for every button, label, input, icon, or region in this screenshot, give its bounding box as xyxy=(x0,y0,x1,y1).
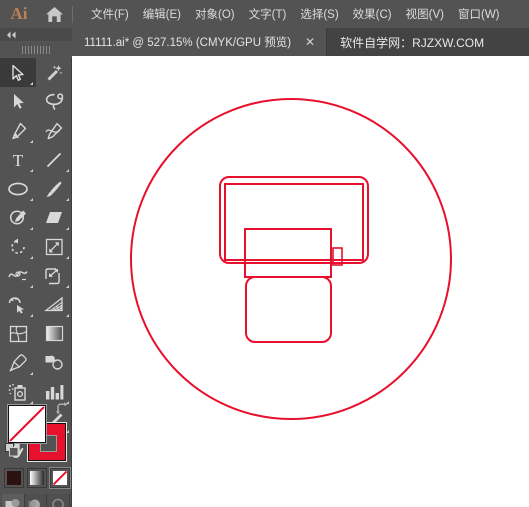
menu-item-effect[interactable]: 效果(C) xyxy=(346,4,399,24)
gradient-tool[interactable] xyxy=(36,319,72,348)
svg-text:T: T xyxy=(13,151,24,169)
blend-tool[interactable] xyxy=(36,348,72,377)
rotate-tool[interactable] xyxy=(0,232,36,261)
menu-item-window[interactable]: 窗口(W) xyxy=(451,4,507,24)
menu-divider xyxy=(72,5,73,23)
width-tool[interactable] xyxy=(0,261,36,290)
menu-item-type[interactable]: 文字(T) xyxy=(242,4,294,24)
flyout-indicator xyxy=(66,227,69,230)
drawing-mode-buttons xyxy=(2,494,71,507)
free-transform-tool[interactable] xyxy=(36,261,72,290)
monitor-rounded-rect xyxy=(219,176,369,264)
swap-fill-stroke-icon[interactable] xyxy=(55,402,69,420)
magic-wand-tool[interactable] xyxy=(36,58,72,87)
flyout-indicator xyxy=(30,256,33,259)
scale-tool[interactable] xyxy=(36,232,72,261)
shape-builder-tool[interactable] xyxy=(0,290,36,319)
flyout-indicator xyxy=(66,169,69,172)
color-mode-swatch xyxy=(7,471,21,485)
flyout-indicator xyxy=(30,372,33,375)
flyout-indicator xyxy=(30,285,33,288)
flyout-indicator xyxy=(66,314,69,317)
eyedropper-tool[interactable] xyxy=(0,348,36,377)
selection-tool[interactable] xyxy=(0,58,36,87)
menu-item-select[interactable]: 选择(S) xyxy=(293,4,345,24)
artboard-canvas[interactable] xyxy=(72,56,529,507)
color-mode-button[interactable] xyxy=(4,468,24,488)
direct-selection-tool[interactable] xyxy=(0,87,36,116)
draw-inside-button[interactable] xyxy=(47,494,71,507)
none-mode-button[interactable] xyxy=(49,467,71,489)
flyout-indicator xyxy=(30,314,33,317)
shaper-tool[interactable] xyxy=(0,203,36,232)
draw-behind-button[interactable] xyxy=(24,494,48,507)
menu-item-list: 文件(F) 编辑(E) 对象(O) 文字(T) 选择(S) 效果(C) 视图(V… xyxy=(84,4,507,24)
gradient-mode-swatch xyxy=(30,471,44,485)
document-tab-label: 11111.ai* @ 527.15% (CMYK/GPU 预览) xyxy=(84,37,292,49)
draw-normal-button[interactable] xyxy=(2,494,25,507)
fill-swatch[interactable] xyxy=(8,405,46,443)
flyout-indicator xyxy=(30,227,33,230)
perspective-grid-tool[interactable] xyxy=(36,290,72,319)
ai-logo-icon: Ai xyxy=(10,4,28,23)
default-fill-stroke-icon[interactable] xyxy=(5,443,19,462)
flyout-indicator xyxy=(30,169,33,172)
base-rounded-rect xyxy=(245,276,332,343)
gradient-mode-button[interactable] xyxy=(27,468,47,488)
center-rect xyxy=(244,228,332,278)
line-segment-tool[interactable] xyxy=(36,145,72,174)
fill-mode-buttons xyxy=(4,467,71,489)
close-icon[interactable]: ✕ xyxy=(302,36,318,48)
none-slash-icon xyxy=(9,406,45,442)
illustrator-window: Ai 文件(F) 编辑(E) 对象(O) 文字(T) 选择(S) 效果(C) 视… xyxy=(0,0,529,507)
ellipse-tool[interactable] xyxy=(0,174,36,203)
flyout-indicator xyxy=(66,198,69,201)
menu-item-object[interactable]: 对象(O) xyxy=(188,4,242,24)
paintbrush-tool[interactable] xyxy=(36,174,72,203)
menu-item-edit[interactable]: 编辑(E) xyxy=(136,4,188,24)
tools-panel: T xyxy=(0,28,72,507)
home-icon[interactable] xyxy=(38,0,70,28)
flyout-indicator xyxy=(66,256,69,259)
document-tab[interactable]: 11111.ai* @ 527.15% (CMYK/GPU 预览) ✕ xyxy=(72,28,328,56)
menu-bar: Ai 文件(F) 编辑(E) 对象(O) 文字(T) 选择(S) 效果(C) 视… xyxy=(0,0,529,28)
grip-lines xyxy=(22,45,50,54)
curvature-tool[interactable] xyxy=(36,116,72,145)
flyout-indicator xyxy=(30,198,33,201)
mesh-tool[interactable] xyxy=(0,319,36,348)
lasso-tool[interactable] xyxy=(36,87,72,116)
artwork-svg xyxy=(130,98,452,420)
menu-item-view[interactable]: 视图(V) xyxy=(399,4,451,24)
flyout-indicator xyxy=(66,285,69,288)
document-tab-bar: 11111.ai* @ 527.15% (CMYK/GPU 预览) ✕ 软件自学… xyxy=(72,28,529,56)
site-watermark-label: 软件自学网：RJZXW.COM xyxy=(340,35,485,50)
toolbar-collapse-button[interactable] xyxy=(0,28,72,41)
type-tool[interactable]: T xyxy=(0,145,36,174)
toolbar-drag-grip[interactable] xyxy=(0,41,72,58)
menu-item-file[interactable]: 文件(F) xyxy=(84,4,136,24)
fill-stroke-controls xyxy=(0,400,72,470)
eraser-tool[interactable] xyxy=(36,203,72,232)
pen-tool[interactable] xyxy=(0,116,36,145)
flyout-indicator xyxy=(30,140,33,143)
none-mode-swatch xyxy=(53,471,67,485)
flyout-indicator xyxy=(30,82,33,85)
